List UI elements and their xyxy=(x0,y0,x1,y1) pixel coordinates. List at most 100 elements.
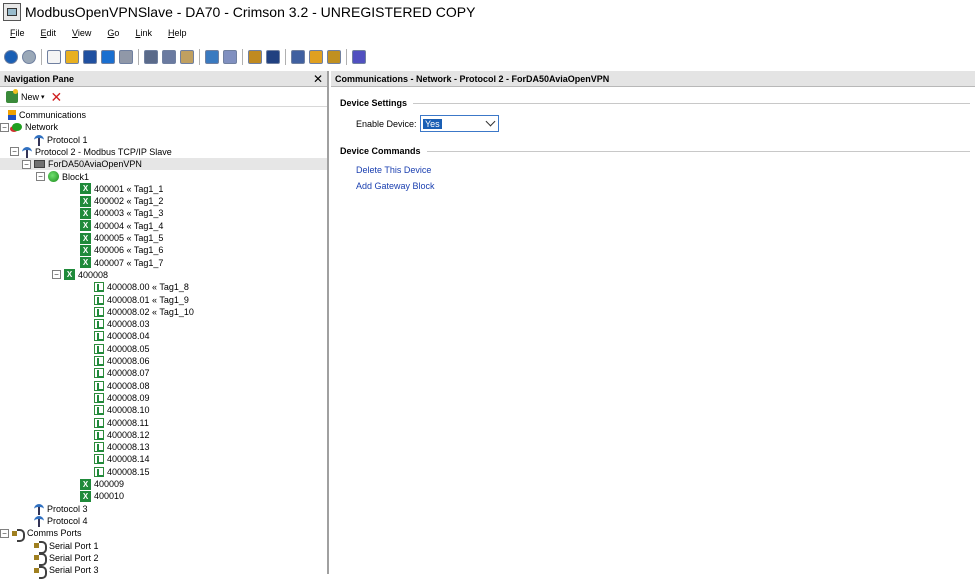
copy-icon[interactable] xyxy=(162,50,176,64)
menu-item[interactable]: Link xyxy=(135,28,152,38)
collapse-toggle-icon[interactable]: − xyxy=(0,122,9,132)
paste-icon[interactable] xyxy=(180,50,194,64)
menu-item[interactable]: File xyxy=(10,28,25,38)
new-button[interactable]: New ▾ xyxy=(6,88,45,103)
tree-item[interactable]: − Block1 xyxy=(0,171,327,183)
open-folder-icon[interactable] xyxy=(65,50,79,64)
export-icon[interactable] xyxy=(119,50,133,64)
tree-item[interactable]: − ForDA50AviaOpenVPN xyxy=(0,158,327,171)
tree-item[interactable]: 400008.08 xyxy=(0,380,327,392)
bit-icon xyxy=(94,417,104,428)
tree-item[interactable]: Protocol 3 xyxy=(0,503,327,515)
collapse-toggle-icon[interactable]: − xyxy=(36,172,45,181)
tree-item[interactable]: − Comms Ports xyxy=(0,527,327,542)
menu-item[interactable]: Help xyxy=(168,28,187,38)
tree-item[interactable]: 400008.03 xyxy=(0,318,327,330)
tree-item-label: 400008.04 xyxy=(107,331,150,342)
tree-item[interactable]: 400008.06 xyxy=(0,355,327,367)
tree-item[interactable]: − Protocol 2 - Modbus TCP/IP Slave xyxy=(0,146,327,158)
tree-item[interactable]: 400008.04 xyxy=(0,330,327,342)
tree-item[interactable]: Protocol 4 xyxy=(0,515,327,527)
bit-icon xyxy=(94,319,104,330)
tree-item[interactable]: 400008.09 xyxy=(0,392,327,404)
tree-item[interactable]: 400008.13 xyxy=(0,441,327,453)
bit-icon xyxy=(94,368,104,379)
tree-item[interactable]: X 400007 « Tag1_7 xyxy=(0,257,327,269)
network-icon[interactable] xyxy=(205,50,219,64)
bit-icon xyxy=(94,380,104,391)
tree-item[interactable]: Serial Port 3 xyxy=(0,564,327,579)
tree-item[interactable]: 400008.10 xyxy=(0,404,327,416)
tree-item[interactable]: X 400006 « Tag1_6 xyxy=(0,244,327,256)
device-settings-title: Device Settings xyxy=(340,98,408,108)
device-commands-section: Device Commands xyxy=(340,146,970,156)
delete-icon[interactable]: ✕ xyxy=(51,90,63,104)
wand-icon[interactable] xyxy=(352,50,366,64)
comms-port-icon xyxy=(34,541,47,554)
bit-icon xyxy=(94,442,104,453)
tree-item[interactable]: 400008.15 xyxy=(0,466,327,478)
toolbar xyxy=(0,46,975,68)
tree-item[interactable]: X 400005 « Tag1_5 xyxy=(0,232,327,244)
tree-item-label: 400002 « Tag1_2 xyxy=(94,196,164,207)
section-divider xyxy=(426,150,970,152)
close-pane-icon[interactable]: ✕ xyxy=(313,73,323,85)
toolbar-separator xyxy=(242,49,243,65)
tree-item[interactable]: Communications xyxy=(0,109,327,121)
device-settings-section: Device Settings xyxy=(340,98,970,108)
collapse-toggle-icon[interactable]: − xyxy=(22,159,31,169)
register-icon: X xyxy=(80,195,91,207)
save-icon[interactable] xyxy=(83,50,97,64)
cut-icon[interactable] xyxy=(144,50,158,64)
add-gateway-block-link[interactable]: Add Gateway Block xyxy=(356,181,435,191)
tree-item-label: Communications xyxy=(19,110,87,120)
tree-item-label: 400005 « Tag1_5 xyxy=(94,233,164,243)
tree-item[interactable]: 400008.00 « Tag1_8 xyxy=(0,281,327,293)
tree-item[interactable]: X 400004 « Tag1_4 xyxy=(0,220,327,232)
tree-item-label: 400004 « Tag1_4 xyxy=(94,220,164,231)
link-icon[interactable] xyxy=(248,50,262,64)
tree-item[interactable]: Protocol 1 xyxy=(0,134,327,146)
tree-item[interactable]: Serial Port 1 xyxy=(0,540,327,554)
collapse-toggle-icon[interactable]: − xyxy=(0,528,9,538)
toolbar-separator xyxy=(346,49,347,65)
new-file-icon[interactable] xyxy=(47,50,61,64)
tree-item[interactable]: X 400003 « Tag1_3 xyxy=(0,207,327,219)
tree-item-label: 400007 « Tag1_7 xyxy=(94,257,164,268)
monitor-icon[interactable] xyxy=(266,50,280,64)
delete-device-link[interactable]: Delete This Device xyxy=(356,165,431,175)
find-icon[interactable] xyxy=(223,50,237,64)
tree-item[interactable]: 400008.01 « Tag1_9 xyxy=(0,294,327,306)
tree-item[interactable]: 400008.02 « Tag1_10 xyxy=(0,306,327,318)
globe-icon[interactable] xyxy=(309,50,323,64)
tree-item[interactable]: 400008.12 xyxy=(0,429,327,441)
tree-item[interactable]: X 400010 xyxy=(0,490,327,502)
tree-item[interactable]: X 400009 xyxy=(0,478,327,490)
register-icon: X xyxy=(80,220,91,232)
new-item-icon xyxy=(6,88,18,103)
network-icon xyxy=(12,123,22,132)
tree-item[interactable]: − Network xyxy=(0,121,327,133)
enable-device-select[interactable]: Yes xyxy=(420,115,499,132)
tree-item[interactable]: 400008.05 xyxy=(0,343,327,355)
send-icon[interactable] xyxy=(291,50,305,64)
collapse-toggle-icon[interactable]: − xyxy=(10,147,19,157)
tree-item[interactable]: X 400002 « Tag1_2 xyxy=(0,195,327,207)
tree-item[interactable]: Serial Port 2 xyxy=(0,552,327,567)
import-icon[interactable] xyxy=(101,50,115,64)
lock-icon[interactable] xyxy=(327,50,341,64)
tree-item[interactable]: X 400001 « Tag1_1 xyxy=(0,183,327,195)
collapse-toggle-icon[interactable]: − xyxy=(52,270,61,280)
menu-item[interactable]: Go xyxy=(107,28,119,38)
menu-item[interactable]: View xyxy=(72,28,91,38)
tree-item[interactable]: 400008.14 xyxy=(0,453,327,465)
tree-item[interactable]: 400008.11 xyxy=(0,417,327,429)
tree-item[interactable]: − X 400008 xyxy=(0,269,327,281)
breadcrumb: Communications - Network - Protocol 2 - … xyxy=(331,71,975,87)
enable-device-label: Enable Device: xyxy=(356,119,417,129)
forward-icon[interactable] xyxy=(22,50,36,64)
menu-item[interactable]: Edit xyxy=(41,28,57,38)
back-icon[interactable] xyxy=(4,50,18,64)
tree-item[interactable]: 400008.07 xyxy=(0,367,327,379)
tree-item-label: 400008.15 xyxy=(107,466,150,477)
